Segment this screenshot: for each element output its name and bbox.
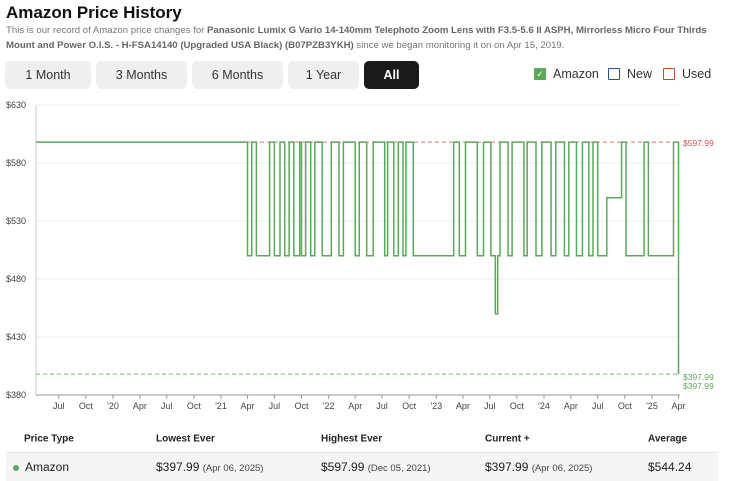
legend-used-label: Used	[682, 67, 712, 81]
y-tick-label: $380	[6, 390, 26, 400]
x-tick-label: Oct	[402, 401, 417, 411]
x-tick-label: Apr	[564, 401, 578, 411]
highest-cell: $597.99 (Dec 05, 2021)	[321, 460, 431, 474]
range-1-month-button[interactable]: 1 Month	[5, 61, 91, 89]
x-tick-label: '22	[323, 401, 335, 411]
checkbox-checked-icon[interactable]: ✓	[534, 68, 546, 80]
range-6-months-button[interactable]: 6 Months	[192, 61, 283, 89]
range-1-year-button[interactable]: 1 Year	[288, 61, 359, 89]
checkbox-unchecked-icon[interactable]	[608, 68, 620, 80]
x-tick-label: Apr	[133, 401, 147, 411]
current-price-label: $397.99	[683, 381, 714, 391]
x-tick-label: Oct	[187, 401, 202, 411]
price-history-chart: $630 $580 $530 $480 $430 $380 Jul Oct '20 Apr Jul O…	[6, 100, 714, 411]
average-cell: $544.24	[648, 460, 692, 474]
y-tick-label: $580	[6, 158, 26, 168]
legend-new[interactable]: New	[608, 67, 652, 81]
header-current: Current +	[485, 433, 530, 444]
x-tick-label: Jul	[269, 401, 281, 411]
x-tick-label: Apr	[456, 401, 470, 411]
header-highest-ever: Highest Ever	[321, 433, 383, 444]
x-tick-label: Oct	[510, 401, 525, 411]
x-tick-label: Apr	[672, 401, 686, 411]
y-tick-label: $430	[6, 332, 26, 342]
page-description: This is our record of Amazon price chang…	[6, 25, 707, 51]
legend-amazon[interactable]: ✓ Amazon	[534, 67, 599, 81]
checkbox-unchecked-icon[interactable]	[663, 68, 675, 80]
reference-line-label: $597.99	[683, 138, 714, 148]
x-tick-label: Oct	[618, 401, 633, 411]
x-tick-label: Oct	[79, 401, 94, 411]
legend-used[interactable]: Used	[663, 67, 711, 81]
x-tick-label: Oct	[294, 401, 309, 411]
x-tick-label: '23	[430, 401, 442, 411]
y-tick-label: $480	[6, 274, 26, 284]
x-tick-label: Jul	[161, 401, 173, 411]
legend-amazon-label: Amazon	[553, 67, 599, 81]
x-tick-label: '20	[107, 401, 119, 411]
header-lowest-ever: Lowest Ever	[156, 433, 215, 444]
lowest-cell: $397.99 (Apr 06, 2025)	[156, 460, 264, 474]
x-tick-label: '24	[538, 401, 550, 411]
header-average: Average	[648, 433, 688, 444]
x-tick-label: Jul	[592, 401, 604, 411]
header-price-type: Price Type	[24, 433, 74, 444]
x-tick-label: '21	[215, 401, 227, 411]
x-tick-label: Apr	[241, 401, 255, 411]
amazon-price-line	[36, 141, 680, 375]
table-header: Price Type Lowest Ever Highest Ever Curr…	[6, 425, 718, 453]
y-tick-label: $530	[6, 216, 26, 226]
page-title: Amazon Price History	[6, 3, 182, 22]
series-dot-icon	[13, 464, 19, 471]
range-all-button[interactable]: All	[364, 61, 419, 89]
x-tick-label: Apr	[348, 401, 362, 411]
x-tick-label: Jul	[484, 401, 496, 411]
price-summary-table: Price Type Lowest Ever Highest Ever Curr…	[6, 425, 718, 481]
x-tick-label: Jul	[376, 401, 388, 411]
legend-new-label: New	[627, 67, 653, 81]
table-row: Amazon $397.99 (Apr 06, 2025) $597.99 (D…	[6, 453, 718, 481]
x-tick-label: Jul	[53, 401, 65, 411]
y-tick-label: $630	[6, 100, 26, 110]
x-tick-label: '25	[646, 401, 658, 411]
range-selector: 1 Month 3 Months 6 Months 1 Year All	[5, 61, 419, 89]
current-cell: $397.99 (Apr 06, 2025)	[485, 460, 593, 474]
price-type-cell: Amazon	[13, 460, 69, 474]
range-3-months-button[interactable]: 3 Months	[96, 61, 187, 89]
